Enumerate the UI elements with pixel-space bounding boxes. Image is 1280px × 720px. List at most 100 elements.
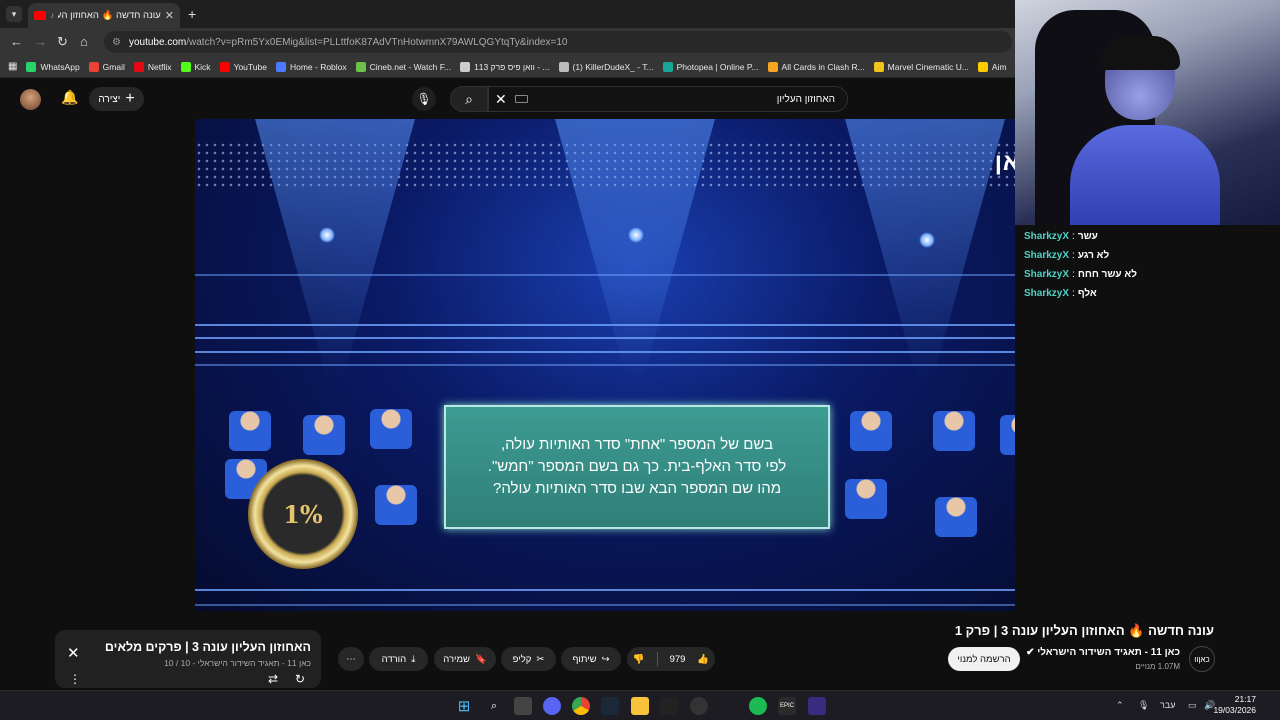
audience-member	[375, 485, 417, 525]
bookmark-label: Gmail	[102, 61, 125, 72]
tab-search-dropdown[interactable]: ▾	[6, 6, 22, 22]
like-icon[interactable]: 👍	[697, 654, 709, 665]
network-icon[interactable]: ▭	[1188, 700, 1197, 711]
channel-avatar[interactable]: כאןוו	[1189, 646, 1215, 672]
audio-playing-icon[interactable]: ♪	[50, 11, 54, 20]
obs-icon[interactable]	[690, 697, 708, 715]
home-icon[interactable]: ⌂	[80, 34, 88, 49]
bookmark-favicon-icon	[873, 61, 884, 72]
notifications-bell-icon[interactable]: 🔔	[61, 89, 78, 106]
tab-title: עונה חדשה 🔥 האחוזון העליון	[58, 10, 161, 21]
chat-username[interactable]: SharkzyX	[1024, 250, 1069, 261]
create-button[interactable]: יצירה +	[89, 87, 144, 111]
dislike-icon[interactable]: 👎	[633, 654, 645, 665]
url-bar[interactable]: ⚙ youtube.com /watch?v=pRm5Yx0EMig&list=…	[104, 31, 1012, 53]
clip-button[interactable]: ✂ קליפ	[501, 647, 556, 671]
url-path: /watch?v=pRm5Yx0EMig&list=PLLttfoK87AdVT…	[186, 36, 568, 48]
bookmark-label: All Cards in Clash R...	[781, 61, 865, 72]
clip-label: קליפ	[512, 653, 532, 665]
chat-username[interactable]: SharkzyX	[1024, 288, 1069, 299]
bookmark-item[interactable]: Gmail	[88, 61, 125, 72]
bookmark-item[interactable]: WhatsApp	[26, 61, 80, 72]
playlist-panel[interactable]: ✕ האחוזון העליון עונה 3 | פרקים מלאים כא…	[55, 630, 321, 688]
bookmark-item[interactable]: Aim	[977, 61, 1007, 72]
save-button[interactable]: 🔖 שמירה	[434, 647, 496, 671]
forward-icon[interactable]: →	[34, 34, 47, 49]
chat-separator: :	[1072, 288, 1075, 299]
bookmark-favicon-icon	[180, 61, 191, 72]
shuffle-icon[interactable]: ⇄	[268, 672, 278, 686]
tray-chevron-icon[interactable]: ⌃	[1116, 700, 1124, 711]
apps-grid-icon[interactable]: ▦	[8, 61, 17, 72]
audience-member	[935, 497, 977, 537]
subscribe-button[interactable]: הרשמה למנוי	[948, 647, 1020, 671]
voice-search-mic-icon[interactable]: 🎙	[412, 87, 436, 111]
spotify-icon[interactable]	[749, 697, 767, 715]
more-actions-button[interactable]: ⋯	[338, 647, 364, 671]
create-label: יצירה	[98, 93, 121, 105]
bookmark-item[interactable]: Photopea | Online P...	[662, 61, 759, 72]
clear-search-icon[interactable]: ✕	[495, 91, 507, 108]
loop-icon[interactable]: ↻	[295, 672, 305, 686]
search-button[interactable]: ⌕	[450, 86, 488, 112]
capcut-icon[interactable]	[660, 697, 678, 715]
youtube-favicon-icon	[34, 11, 46, 20]
bookmark-label: וואן פיס פרק 113 - ...	[474, 61, 550, 72]
bookmark-item[interactable]: Kick	[180, 61, 211, 72]
playlist-title[interactable]: האחוזון העליון עונה 3 | פרקים מלאים	[105, 640, 311, 654]
file-explorer-icon[interactable]	[631, 697, 649, 715]
stage-stripe	[195, 604, 1075, 606]
reload-icon[interactable]: ↻	[57, 34, 68, 50]
streamer-figure	[1070, 36, 1220, 225]
bookmark-item[interactable]: Netflix	[133, 61, 172, 72]
stage-stripe	[195, 589, 1075, 591]
channel-name[interactable]: כאן 11 - תאגיד השידור הישראלי ✔	[1026, 647, 1180, 658]
site-info-icon[interactable]: ⚙	[112, 37, 121, 48]
active-tab[interactable]: ♪ עונה חדשה 🔥 האחוזון העליון ✕	[28, 3, 180, 28]
question-line: לפי סדר האלף-בית. כך גם בשם המספר "חמש".	[487, 458, 787, 475]
bookmark-item[interactable]: וואן פיס פרק 113 - ...	[460, 61, 550, 72]
download-button[interactable]: ⤓ הורדה	[369, 647, 428, 671]
keyboard-icon[interactable]	[514, 95, 528, 103]
url-host: youtube.com	[128, 36, 187, 48]
chat-text: אלף	[1077, 288, 1097, 299]
more-vert-icon[interactable]: ⋮	[69, 672, 81, 686]
app-icon[interactable]	[808, 697, 826, 715]
question-line: בשם של המספר "אחת" סדר האותיות עולה,	[500, 436, 774, 453]
stage-stripe	[195, 274, 1075, 276]
steam-icon[interactable]	[601, 697, 619, 715]
language-indicator[interactable]: עבר	[1160, 700, 1175, 710]
chat-username[interactable]: SharkzyX	[1024, 269, 1069, 280]
windows-start-icon[interactable]: ⊞	[455, 697, 473, 715]
stage-stripe	[195, 337, 1075, 339]
video-player[interactable]: 11|כאן 1% בשם של המספר "אחת" סדר האותיות…	[195, 119, 1075, 611]
bookmark-item[interactable]: All Cards in Clash R...	[767, 61, 865, 72]
bookmark-item[interactable]: (1) KillerDudeX_ - T...	[558, 61, 654, 72]
close-tab-icon[interactable]: ✕	[165, 9, 174, 22]
bookmark-item[interactable]: YouTube	[219, 61, 267, 72]
download-label: הורדה	[381, 653, 407, 665]
user-avatar[interactable]	[20, 89, 41, 110]
epic-games-icon[interactable]: EPIC	[778, 697, 796, 715]
subscriber-count: 1.07M מנויים	[1135, 662, 1180, 671]
chrome-icon[interactable]	[572, 697, 590, 715]
system-clock[interactable]: 21:17 19/03/2026	[1213, 694, 1256, 716]
discord-icon[interactable]	[543, 697, 561, 715]
bookmark-item[interactable]: Home - Roblox	[275, 61, 347, 72]
stage-stripe	[195, 351, 1075, 353]
address-toolbar: ← → ↻ ⌂ ⚙ youtube.com /watch?v=pRm5Yx0EM…	[0, 28, 1015, 56]
search-input[interactable]: ✕ האחוזון העליון	[488, 86, 848, 112]
close-playlist-icon[interactable]: ✕	[67, 644, 80, 662]
taskbar-search-icon[interactable]: ⌕	[485, 697, 503, 715]
task-view-icon[interactable]	[514, 697, 532, 715]
share-label: שיתוף	[572, 653, 597, 665]
share-button[interactable]: ↪ שיתוף	[561, 647, 621, 671]
bookmark-favicon-icon	[133, 61, 144, 72]
back-icon[interactable]: ←	[10, 34, 23, 49]
chat-username[interactable]: SharkzyX	[1024, 231, 1069, 242]
mic-tray-icon[interactable]: 🎙	[1138, 700, 1149, 711]
new-tab-button[interactable]: +	[188, 6, 196, 22]
bookmark-item[interactable]: Cineb.net - Watch F...	[355, 61, 451, 72]
bookmark-item[interactable]: Marvel Cinematic U...	[873, 61, 969, 72]
stage-light-beam	[255, 119, 415, 379]
